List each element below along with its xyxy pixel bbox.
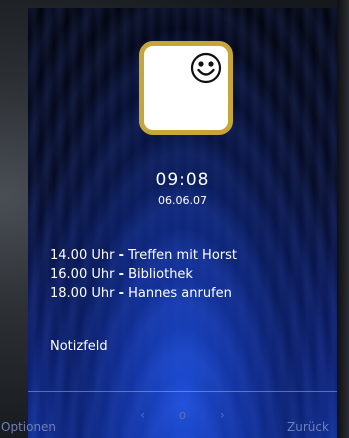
note-field[interactable]: Notizfeld [50, 339, 108, 354]
clock-date: 06.06.07 [158, 194, 207, 207]
event-title: Bibliothek [128, 267, 193, 282]
event-time: 14.00 Uhr [50, 248, 115, 263]
event-item[interactable]: 16.00 Uhr - Bibliothek [50, 265, 237, 284]
event-time: 16.00 Uhr [50, 267, 115, 282]
event-title: Treffen mit Horst [128, 248, 238, 263]
softkey-divider [28, 391, 337, 392]
event-separator: - [118, 248, 124, 263]
event-item[interactable]: 18.00 Uhr - Hannes anrufen [50, 284, 237, 303]
page-indicator-dot: o [178, 408, 187, 422]
smiley-icon [190, 52, 222, 84]
chevron-left-icon[interactable]: ‹ [125, 408, 161, 422]
phone-screen: 09:08 06.06.07 14.00 Uhr - Treffen mit H… [28, 8, 337, 438]
back-softkey[interactable]: Zurück [287, 420, 329, 434]
event-list: 14.00 Uhr - Treffen mit Horst 16.00 Uhr … [50, 246, 237, 303]
device-bezel [337, 0, 349, 438]
event-time: 18.00 Uhr [50, 286, 115, 301]
event-title: Hannes anrufen [128, 286, 232, 301]
event-separator: - [118, 267, 124, 282]
contact-avatar[interactable] [139, 41, 233, 135]
chevron-right-icon[interactable]: › [204, 408, 240, 422]
event-separator: - [118, 286, 124, 301]
clock-time: 09:08 [155, 170, 210, 190]
options-softkey[interactable]: Optionen [1, 420, 56, 434]
event-item[interactable]: 14.00 Uhr - Treffen mit Horst [50, 246, 237, 265]
